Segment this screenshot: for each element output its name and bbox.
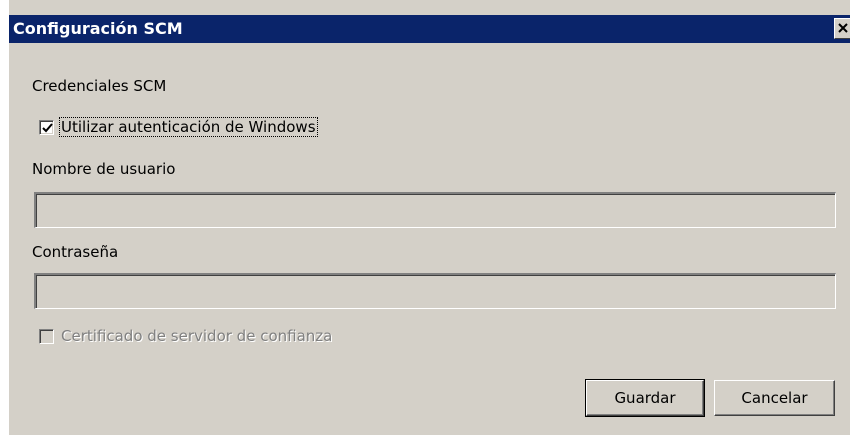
password-label: Contraseña [32, 243, 119, 261]
credentials-section-label: Credenciales SCM [32, 77, 167, 95]
use-windows-auth-checkbox[interactable] [39, 119, 54, 135]
window-title: Configuración SCM [13, 19, 183, 38]
trusted-cert-checkbox-row[interactable]: Certificado de servidor de confianza [39, 327, 333, 345]
username-input[interactable] [34, 192, 836, 228]
username-label: Nombre de usuario [32, 160, 176, 178]
password-input[interactable] [34, 273, 836, 309]
title-bar[interactable]: Configuración SCM [9, 15, 850, 43]
save-button[interactable]: Guardar [585, 379, 705, 417]
scm-config-dialog: Configuración SCM Credenciales SCM Utili… [8, 0, 850, 435]
use-windows-auth-checkbox-row[interactable]: Utilizar autenticación de Windows [39, 117, 318, 137]
trusted-cert-checkbox[interactable] [39, 328, 54, 344]
checkmark-icon [42, 122, 53, 132]
close-button[interactable] [834, 18, 850, 39]
trusted-cert-label: Certificado de servidor de confianza [61, 327, 333, 345]
cancel-button[interactable]: Cancelar [714, 380, 835, 416]
close-icon [837, 21, 848, 37]
use-windows-auth-label[interactable]: Utilizar autenticación de Windows [59, 117, 318, 137]
